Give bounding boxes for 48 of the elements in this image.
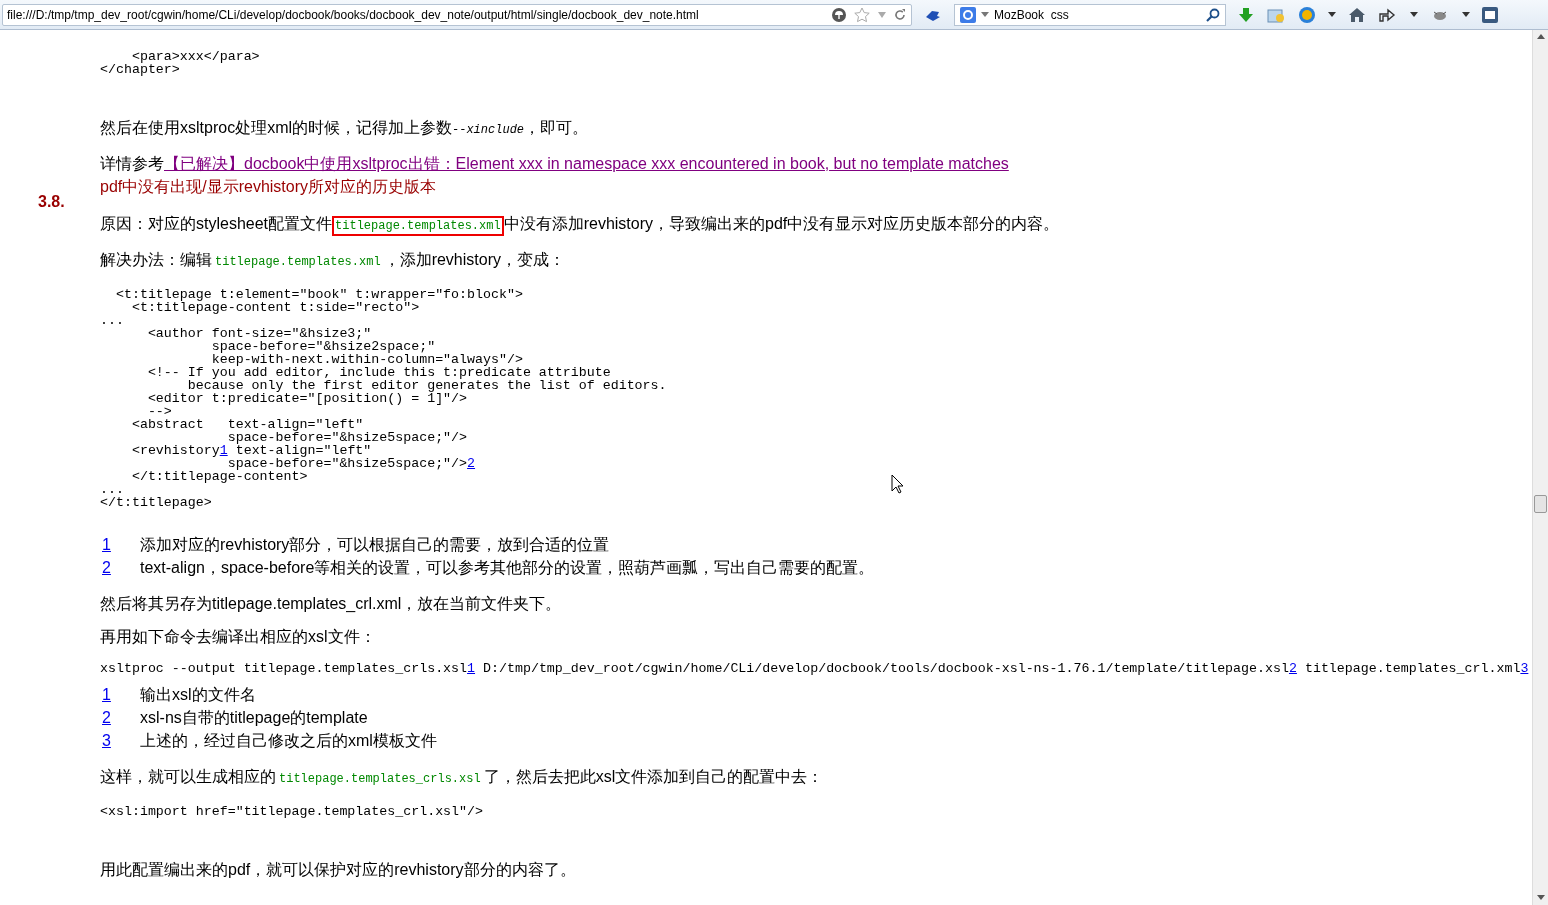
address-bar[interactable]: file:///D:/tmp/tmp_dev_root/cgwin/home/CLi/develop/docbook/books/docbook_dev_note/output/html/single/docbook_dev_note.html: [2, 3, 912, 26]
scrollbar[interactable]: [1532, 30, 1548, 905]
callout-text: 输出xsl的文件名: [140, 685, 256, 705]
code-listing: <t:titlepage t:element="book" t:wrapper="fo:block"> <t:titlepage-content t:side="recto"> ... <author font-size="&hsize3;" space-before="&hsize2space;" keep-with-next.within-column="always"/> <!-- If you add editor, include this t:predicate attribute because only the first editor generates the list of editors. <editor t:predicate="[position() = 1]"/> --> <abstract text-align="left" space-before="&hsize5space;"/> <revhistory1 text-align="left" space-before="&hsize5space;"/>2 </t:titlepage-content> ... </t:titlepage>: [100, 288, 667, 509]
callout-number-link[interactable]: 3: [100, 729, 140, 752]
callout-link[interactable]: 2: [467, 456, 476, 471]
file-name: titlepage.templates.xml: [214, 254, 382, 271]
dropdown-icon[interactable]: [1328, 11, 1336, 18]
search-field[interactable]: MozBook css: [954, 3, 1226, 26]
link[interactable]: 【已解决】docbook中使用xsltproc出错：Element xxx in namespace xxx encountered in book, but no template matches: [164, 155, 1009, 172]
file-name: titlepage.templates_crls.xsl: [278, 771, 482, 788]
file-name: titlepage.templates.xml: [332, 216, 504, 236]
section-number: 3.8.: [38, 193, 66, 211]
scrollbar-thumb[interactable]: [1534, 495, 1547, 513]
url-text: file:///D:/tmp/tmp_dev_root/cgwin/home/CLi/develop/docbook/books/docbook_dev_note/output/html/single/docbook_dev_note.html: [7, 7, 700, 22]
callout-text: text-align，space-before等相关的设置，可以参考其他部分的设置，照葫芦画瓢，写出自己需要的配置。: [140, 558, 875, 578]
section-title: pdf中没有出现/显示revhistory所对应的历史版本: [100, 177, 438, 197]
reload-icon[interactable]: [893, 7, 907, 22]
callout-text: 添加对应的revhistory部分，可以根据自己的需要，放到合适的位置: [140, 535, 610, 555]
scroll-up-icon[interactable]: [1536, 34, 1545, 40]
callout-link[interactable]: 1: [467, 661, 476, 676]
code-listing: <xsl:import href="titlepage.templates_crl.xsl"/>: [100, 805, 483, 818]
search-engine-icon[interactable]: [960, 6, 976, 23]
callout-link[interactable]: 2: [1288, 661, 1297, 676]
scroll-down-icon[interactable]: [1536, 895, 1545, 901]
code-listing: xsltproc --output titlepage.templates_crls.xsl1 D:/tmp/tmp_dev_root/cgwin/home/CLi/develop/docbook/tools/docbook-xsl-ns-1.76.1/template/titlepage.xsl2 titlepage.templates_crl.xml3: [100, 662, 1529, 675]
paragraph: 详情参考【已解决】docbook中使用xsltproc出错：Element xxx in namespace xxx encountered in book, but no template matches: [100, 154, 1010, 173]
search-icon[interactable]: [1206, 7, 1220, 22]
callout-number-link[interactable]: 2: [100, 706, 140, 729]
callout-link[interactable]: 1: [219, 443, 228, 458]
paragraph: 再用如下命令去编译出相应的xsl文件：: [100, 627, 377, 646]
callout-number-link[interactable]: 1: [100, 683, 140, 706]
mouse-pointer-icon: [891, 474, 905, 494]
paragraph: 用此配置编出来的pdf，就可以保护对应的revhistory部分的内容了。: [100, 860, 577, 879]
callout-text: 上述的，经过自己修改之后的xml模板文件: [140, 731, 437, 751]
star-icon[interactable]: [853, 6, 871, 23]
callout-number-link[interactable]: 2: [100, 556, 140, 579]
search-text: MozBook css: [994, 7, 1070, 22]
dropdown-icon[interactable]: [1410, 11, 1418, 18]
callout-text: xsl-ns自带的titlepage的template: [140, 708, 368, 728]
code-listing: <para>xxx</para> </chapter>: [100, 50, 260, 76]
badge-icon[interactable]: [1298, 5, 1316, 24]
callout-link[interactable]: 3: [1520, 661, 1529, 676]
callout-number-link[interactable]: 1: [100, 533, 140, 556]
download-arrow-icon[interactable]: [1238, 6, 1254, 23]
home-icon[interactable]: [1348, 6, 1366, 23]
dropdown-icon[interactable]: [1462, 11, 1470, 18]
paragraph: 然后将其另存为titlepage.templates_crl.xml，放在当前文件夹下。: [100, 594, 563, 613]
